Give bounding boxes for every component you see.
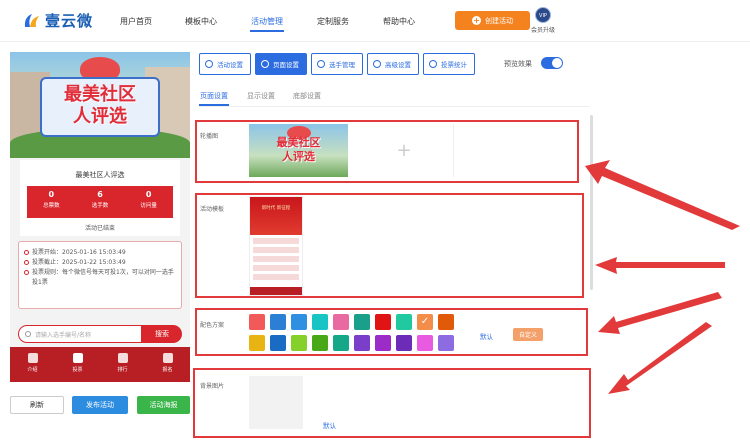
- arrow-4: [608, 322, 712, 394]
- arrow-2: [595, 257, 725, 274]
- annotation-arrows: [585, 160, 740, 394]
- arrow-1: [585, 160, 740, 230]
